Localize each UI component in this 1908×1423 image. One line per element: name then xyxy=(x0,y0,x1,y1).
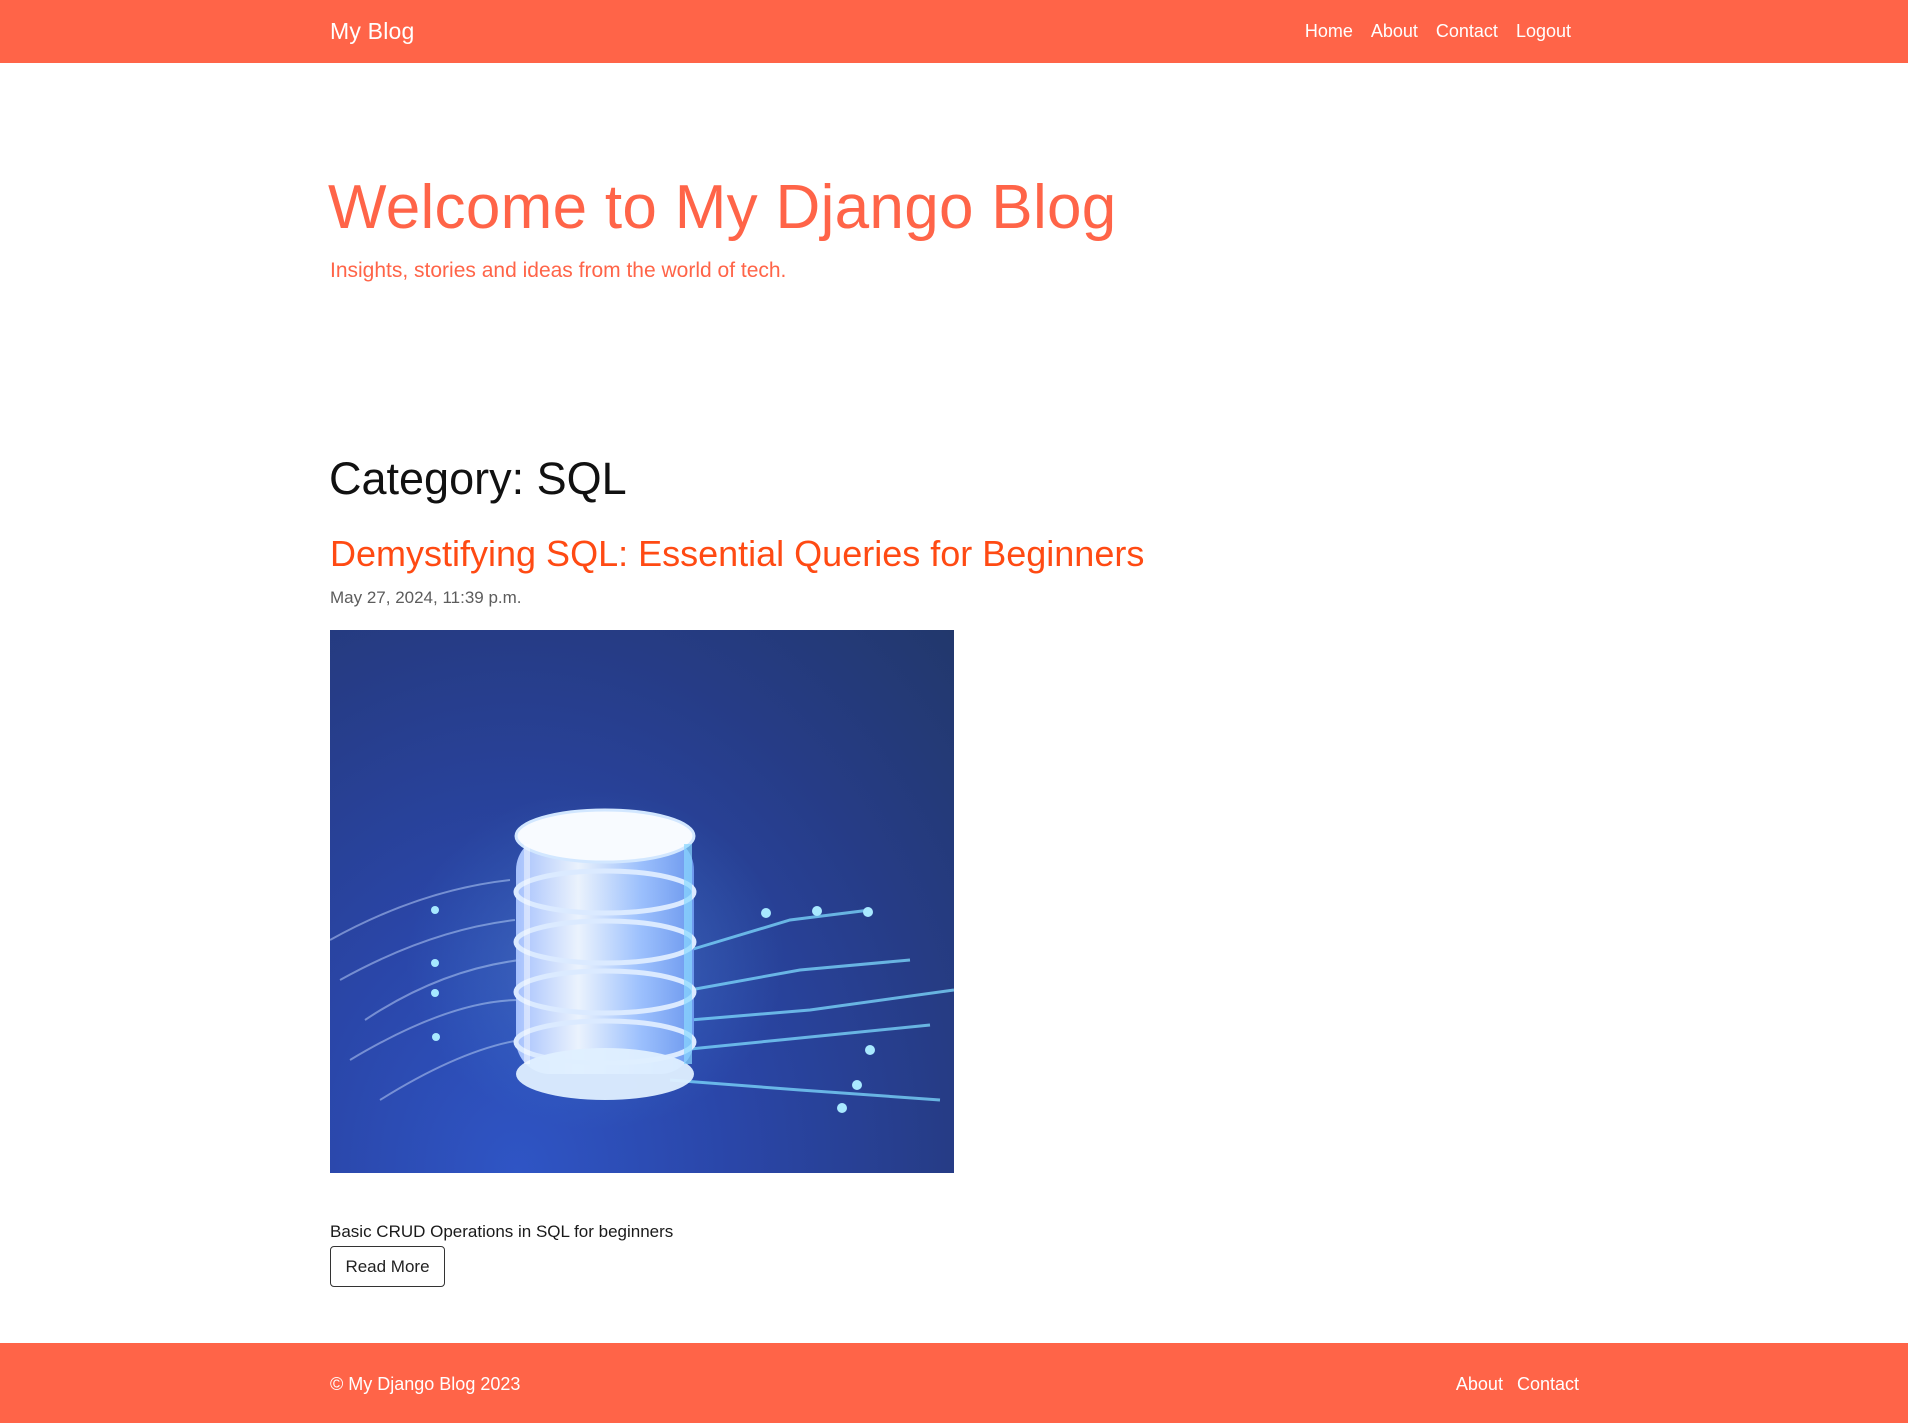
site-footer: © My Django Blog 2023 About Contact xyxy=(0,1343,1908,1423)
nav-home-link[interactable]: Home xyxy=(1305,21,1353,42)
hero-subtitle: Insights, stories and ideas from the wor… xyxy=(330,259,787,282)
post-excerpt: Basic CRUD Operations in SQL for beginne… xyxy=(330,1222,674,1241)
database-icon xyxy=(513,808,697,1100)
main-nav: Home About Contact Logout xyxy=(1305,21,1571,42)
read-more-button[interactable]: Read More xyxy=(330,1246,445,1287)
brand-link[interactable]: My Blog xyxy=(330,18,414,45)
nav-contact-link[interactable]: Contact xyxy=(1436,21,1498,42)
footer-about-link[interactable]: About xyxy=(1456,1374,1503,1395)
post-title-link[interactable]: Demystifying SQL: Essential Queries for … xyxy=(330,533,1144,575)
top-navbar: My Blog Home About Contact Logout xyxy=(0,0,1908,63)
footer-nav: About Contact xyxy=(1456,1374,1579,1395)
post-image xyxy=(330,630,954,1173)
nav-logout-link[interactable]: Logout xyxy=(1516,21,1571,42)
nav-about-link[interactable]: About xyxy=(1371,21,1418,42)
footer-contact-link[interactable]: Contact xyxy=(1517,1374,1579,1395)
footer-copyright: © My Django Blog 2023 xyxy=(330,1374,521,1394)
hero-title: Welcome to My Django Blog xyxy=(328,173,1117,242)
database-server-image xyxy=(330,790,954,1130)
post-date: May 27, 2024, 11:39 p.m. xyxy=(330,588,522,607)
category-heading: Category: SQL xyxy=(329,453,627,504)
